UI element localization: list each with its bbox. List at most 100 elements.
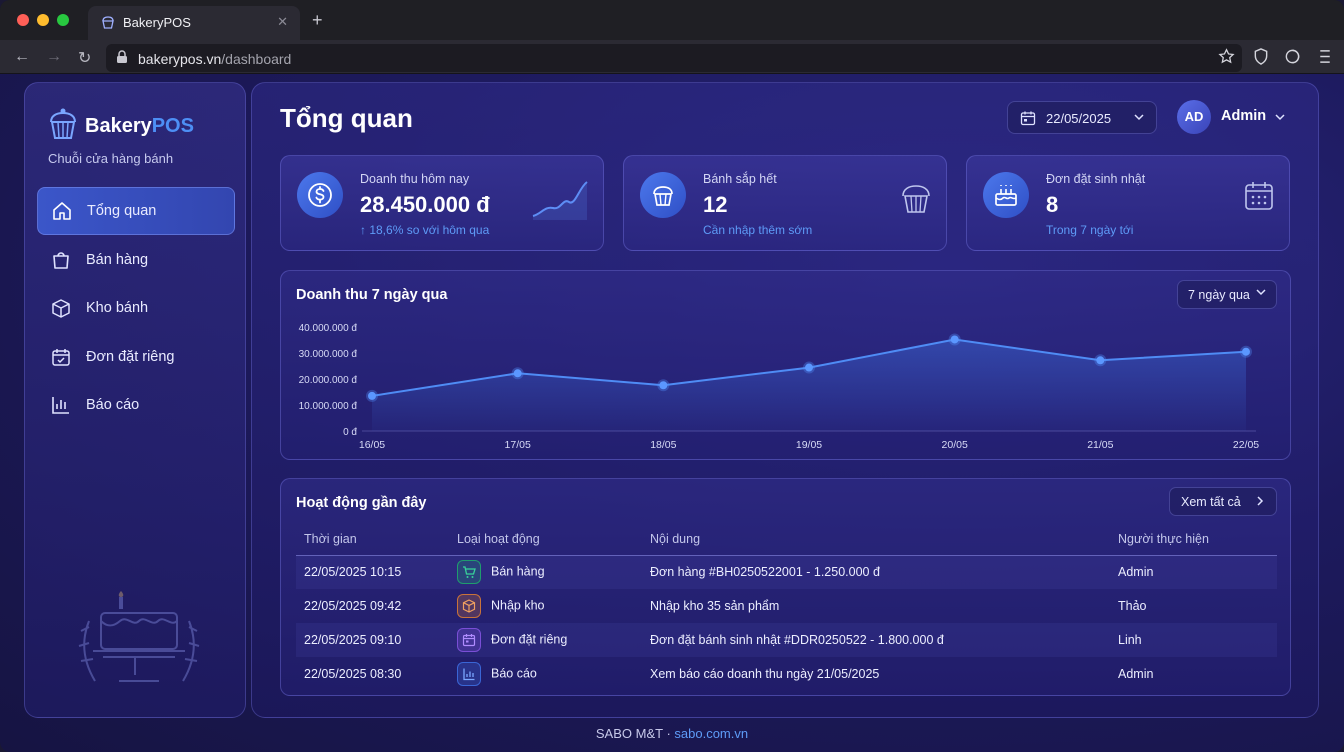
page-footer: SABO M&T · sabo.com.vn [0,726,1344,741]
series-area [372,339,1246,431]
sidebar-item-label: Tổng quan [87,203,157,219]
stat-card-birthday-orders[interactable]: Đơn đặt sinh nhật 8 Trong 7 ngày tới [966,155,1290,251]
sidebar-item-label: Kho bánh [86,300,149,316]
close-tab-icon[interactable]: ✕ [277,14,288,30]
trend-sparkline-icon [532,181,588,220]
type-label: Nhập kho [491,598,545,613]
data-point [950,335,959,344]
recent-activity-panel: Hoạt động gần đây Xem tất cả Thời gian L… [280,478,1291,696]
user-name: Admin [1221,108,1267,124]
tab-bar: BakeryPOS ✕ + [0,0,1344,40]
cupcake-logo-icon [50,108,76,139]
maximize-window-button[interactable] [57,14,69,26]
cupcake-icon [902,185,930,213]
stat-note: Trong 7 ngày tới [1046,223,1134,237]
sidebar-nav: Tổng quan Bán hàng Kho bánh Đơn đặt riên… [37,187,235,430]
revenue-line-chart: 0 đ 10.000.000 đ 20.000.000 đ 30.000.000 đ 4… [299,323,1260,451]
y-tick-label: 10.000.000 đ [299,401,358,412]
cell-content: Xem báo cáo doanh thu ngày 21/05/2025 [650,667,880,681]
stat-note: Cần nhập thêm sớm [703,223,813,237]
table-row[interactable]: 22/05/2025 09:42 Nhập kho Nhập kho 35 sả… [296,589,1277,623]
address-bar: ← → ↻ bakerypos.vn/dashboard [0,40,1344,74]
cell-user: Admin [1110,555,1277,589]
type-label: Đơn đặt riêng [491,632,568,647]
chevron-right-icon [1257,496,1264,506]
cell-type: Đơn đặt riêng [449,623,642,657]
shield-icon[interactable] [1253,48,1269,65]
data-point [1096,356,1105,365]
sidebar-item-kho-banh[interactable]: Kho bánh [37,284,235,332]
stat-card-revenue[interactable]: Doanh thu hôm nay 28.450.000 đ ↑ 18,6% s… [280,155,604,251]
sidebar-item-bao-cao[interactable]: Báo cáo [37,381,235,429]
cupcake-favicon-icon [102,16,114,29]
x-tick-label: 17/05 [505,439,531,451]
x-tick-label: 19/05 [796,439,822,451]
table-row[interactable]: 22/05/2025 08:30 Báo cáo Xem báo cáo doa… [296,657,1277,691]
avatar: AD [1177,100,1211,134]
main-content: Tổng quan 22/05/2025 AD Admin Doanh thu … [251,82,1319,718]
sidebar-item-tong-quan[interactable]: Tổng quan [37,187,235,235]
extensions-icon[interactable] [1284,48,1301,65]
x-tick-label: 16/05 [359,439,385,451]
table-row[interactable]: 22/05/2025 09:10 Đơn đặt riêng Đơn đặt b… [296,623,1277,657]
sidebar-item-label: Báo cáo [86,397,140,413]
data-point [513,369,522,378]
revenue-chart-panel: Doanh thu 7 ngày qua 7 ngày qua 0 đ 10.00… [280,270,1291,460]
bookmark-star-icon[interactable] [1218,48,1235,65]
y-tick-label: 0 đ [343,427,357,438]
forward-icon[interactable]: → [46,48,62,66]
browser-tab[interactable]: BakeryPOS ✕ [88,6,300,40]
table-row[interactable]: 22/05/2025 10:15 Bán hàng Đơn hàng #BH02… [296,555,1277,589]
brand-name: BakeryPOS [85,115,194,138]
footer-site-link[interactable]: sabo.com.vn [674,726,748,741]
tab-title: BakeryPOS [123,15,191,30]
back-icon[interactable]: ← [14,48,30,66]
range-select[interactable]: 7 ngày qua [1177,280,1277,309]
calendar-icon [52,348,70,366]
report-icon [457,662,481,686]
cell-content: Nhập kho 35 sản phẩm [650,599,780,613]
stat-label: Bánh sắp hết [703,172,777,186]
menu-icon[interactable] [1318,48,1332,65]
y-tick-label: 20.000.000 đ [299,375,358,386]
footer-company: SABO M&T · [595,726,675,741]
url-domain: bakerypos.vn [138,51,222,67]
column-header: Thời gian [296,523,449,556]
chevron-down-icon [1275,114,1285,121]
y-tick-label: 40.000.000 đ [299,323,358,334]
data-point [1242,347,1250,356]
minimize-window-button[interactable] [37,14,49,26]
brand-subtitle: Chuỗi cửa hàng bánh [48,151,174,166]
stat-value: 28.450.000 đ [360,192,490,217]
cell-type: Nhập kho [449,589,642,623]
column-header: Người thực hiện [1110,523,1277,556]
cell-user: Thảo [1118,599,1147,613]
x-tick-label: 21/05 [1087,439,1113,451]
sidebar-item-ban-hang[interactable]: Bán hàng [37,236,235,284]
birthday-cake-icon [983,172,1029,218]
stat-value: 8 [1046,192,1059,217]
new-tab-icon[interactable]: + [312,10,323,31]
reload-icon[interactable]: ↻ [78,48,91,68]
dollar-icon [297,172,343,218]
cell-content: Đơn đặt bánh sinh nhật #DDR0250522 - 1.8… [642,623,1110,657]
data-point [368,391,376,400]
sidebar-item-don-dat-rieng[interactable]: Đơn đặt riêng [37,333,235,381]
page-title: Tổng quan [280,103,413,133]
see-all-button[interactable]: Xem tất cả [1169,487,1277,516]
shopping-bag-icon [53,251,69,269]
package-icon [457,594,481,618]
close-window-button[interactable] [17,14,29,26]
cupcake-icon [640,172,686,218]
stat-card-low-stock[interactable]: Bánh sắp hết 12 Cần nhập thêm sớm [623,155,947,251]
cell-time: 22/05/2025 09:10 [296,623,449,657]
lock-icon [117,50,127,63]
x-tick-label: 22/05 [1233,439,1259,451]
activity-title: Hoạt động gần đây [296,495,427,511]
date-picker[interactable]: 22/05/2025 [1007,101,1157,134]
x-tick-label: 18/05 [650,439,676,451]
sidebar-item-label: Bán hàng [86,251,149,268]
url-field[interactable]: bakerypos.vn/dashboard [106,44,1242,72]
stat-change: ↑ 18,6% so với hôm qua [360,223,490,237]
cell-user: Admin [1118,667,1154,681]
